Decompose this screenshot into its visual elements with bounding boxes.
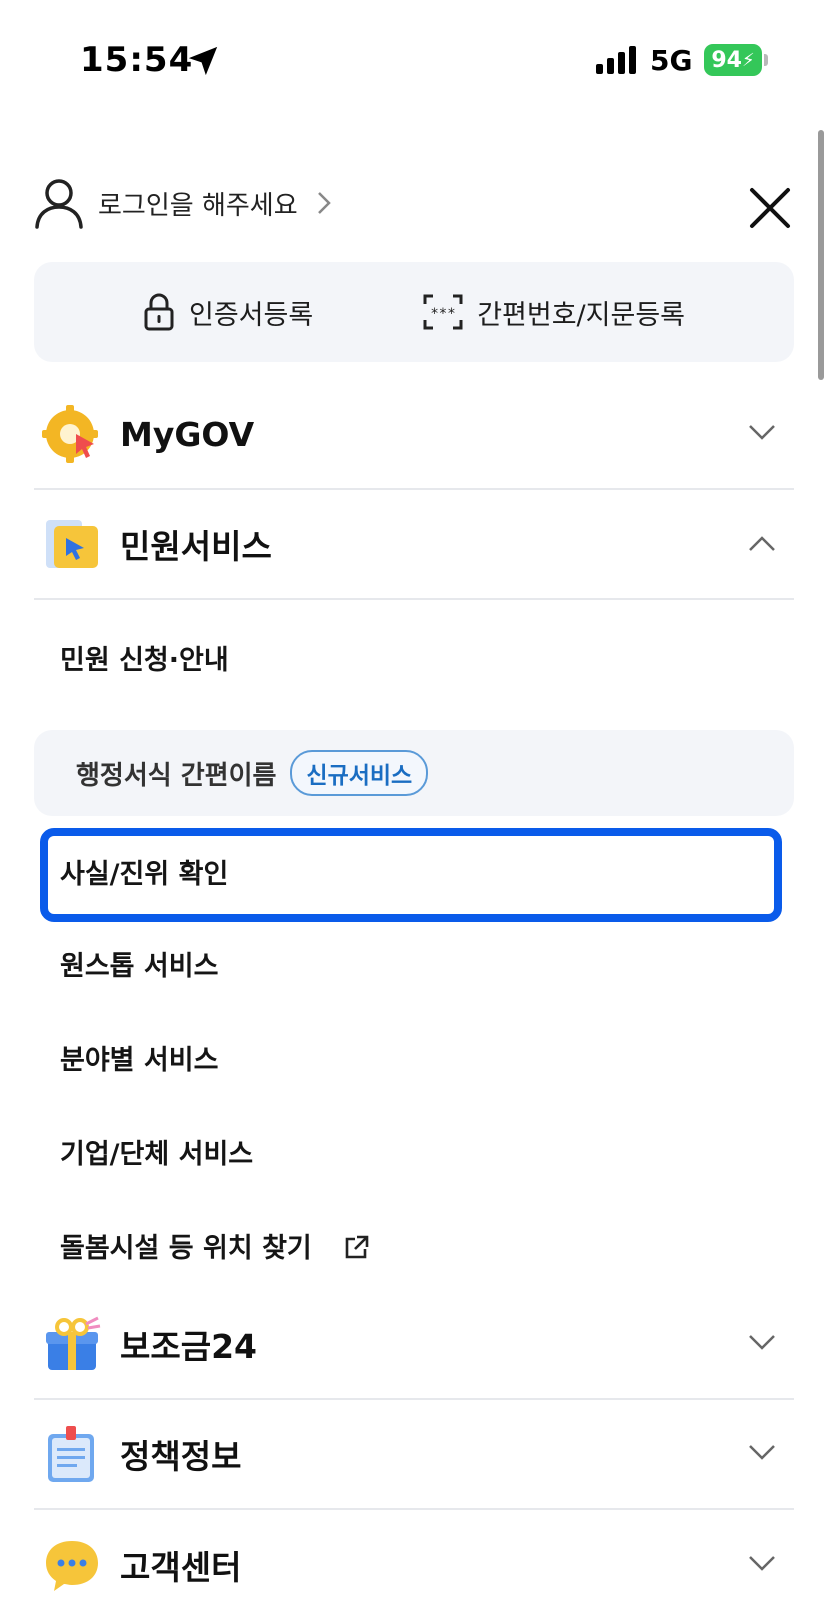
sub-easy-name[interactable]: 행정서식 간편이름 신규서비스 (34, 730, 794, 816)
battery-icon: 94 ⚡ (704, 44, 762, 76)
menu-subsidy[interactable]: 보조금24 (34, 1290, 794, 1400)
user-icon (35, 179, 83, 229)
menu-mygov-label: MyGOV (120, 414, 255, 454)
menu-subsidy-label: 보조금24 (120, 1327, 258, 1366)
clipboard-icon (48, 1426, 94, 1482)
chevron-up-icon (749, 536, 775, 551)
battery-level: 94 (711, 47, 742, 73)
sub-apply-guide[interactable]: 민원 신청·안내 (60, 638, 229, 677)
status-time: 15:54 (80, 40, 194, 80)
status-bar: 15:54 5G 94 ⚡ (0, 0, 828, 120)
menu-policy-label: 정책정보 (120, 1437, 242, 1476)
chevron-down-icon (749, 1445, 775, 1460)
battery-cap (764, 54, 768, 66)
login-link[interactable]: 로그인을 해주세요 (34, 176, 332, 230)
menu-policy[interactable]: 정책정보 (34, 1400, 794, 1510)
register-cert-button[interactable]: 인증서등록 (143, 293, 313, 332)
auth-registration-box: 인증서등록 *** 간편번호/지문등록 (34, 262, 794, 362)
chevron-down-icon (749, 1335, 775, 1350)
sub-easy-name-label: 행정서식 간편이름 (76, 760, 277, 791)
gear-icon (42, 405, 98, 463)
lock-icon (144, 293, 174, 331)
chevron-right-icon (317, 192, 331, 214)
menu-civil-service[interactable]: 민원서비스 (34, 490, 794, 600)
svg-text:***: *** (431, 306, 456, 322)
location-arrow-icon (188, 46, 218, 76)
network-type: 5G (650, 44, 693, 77)
scrollbar[interactable] (818, 130, 824, 380)
menu-support[interactable]: 고객센터 (34, 1510, 794, 1600)
register-pin-button[interactable]: *** 간편번호/지문등록 (423, 293, 685, 332)
chevron-down-icon (749, 425, 775, 440)
login-label: 로그인을 해주세요 (98, 190, 298, 221)
sub-onestop[interactable]: 원스톱 서비스 (60, 944, 218, 983)
register-pin-label: 간편번호/지문등록 (477, 299, 686, 331)
sub-care-label: 돌봄시설 등 위치 찾기 (60, 1233, 312, 1264)
sub-care-location[interactable]: 돌봄시설 등 위치 찾기 (60, 1226, 369, 1265)
sub-by-field[interactable]: 분야별 서비스 (60, 1038, 218, 1077)
charging-bolt-icon: ⚡ (741, 49, 755, 71)
register-cert-label: 인증서등록 (188, 299, 314, 331)
signal-icon (596, 46, 636, 74)
menu-civil-label: 민원서비스 (120, 527, 272, 566)
sub-verify[interactable]: 사실/진위 확인 (60, 852, 228, 891)
sub-corp[interactable]: 기업/단체 서비스 (60, 1132, 253, 1171)
close-icon[interactable] (748, 186, 792, 230)
gift-icon (46, 1316, 101, 1370)
menu-support-label: 고객센터 (120, 1548, 242, 1587)
chat-bubble-icon (46, 1541, 98, 1591)
folder-icon (46, 520, 98, 568)
menu-mygov[interactable]: MyGOV (34, 380, 794, 490)
chevron-down-icon (749, 1556, 775, 1571)
external-link-icon (345, 1235, 369, 1259)
pin-code-icon: *** (423, 294, 463, 330)
new-service-badge: 신규서비스 (290, 750, 429, 796)
